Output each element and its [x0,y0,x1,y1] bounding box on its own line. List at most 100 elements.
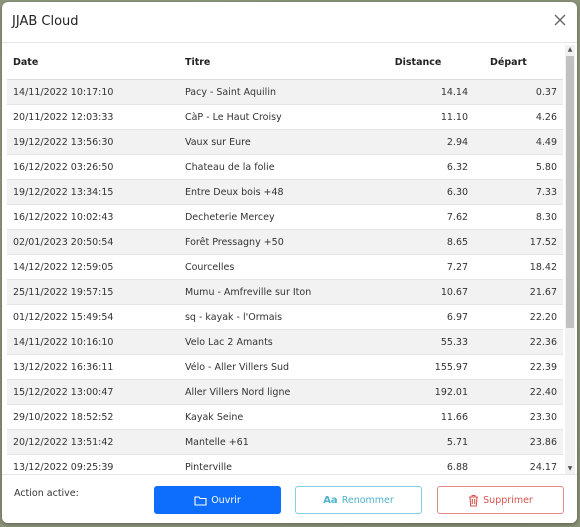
cell-date: 25/11/2022 19:57:15 [7,279,179,305]
table-row[interactable]: 19/12/2022 13:34:15 Entre Deux bois +48 6.… [7,179,563,205]
tracks-table: Date Titre Distance Départ 14/11/2022 10… [7,45,563,474]
cell-titre: sq - kayak - l'Ormais [178,304,389,330]
cell-distance: 10.67 [388,279,475,305]
cell-distance: 6.30 [388,179,475,205]
cell-titre: Entre Deux bois +48 [178,179,389,205]
cell-distance: 2.94 [388,129,475,155]
cell-depart: 23.30 [474,404,563,430]
close-icon[interactable] [553,13,567,27]
cell-titre: CàP - Le Haut Croisy [178,104,389,130]
cell-date: 15/12/2022 13:00:47 [7,379,179,405]
cell-depart: 24.17 [474,454,563,474]
rename-button-label: Renommer [341,494,394,506]
cell-distance: 11.10 [388,104,475,130]
cell-titre: Mantelle +61 [178,429,389,455]
open-button-label: Ouvrir [211,494,241,506]
cell-depart: 17.52 [474,229,563,255]
table-row[interactable]: 14/12/2022 12:59:05 Courcelles 7.27 18.42 [7,254,563,280]
column-header-date[interactable]: Date [7,45,179,80]
cell-depart: 21.67 [474,279,563,305]
folder-icon [194,495,207,506]
dialog-footer: Action active: Ouvrir Aa Renommer Suppri… [2,474,577,523]
table-row[interactable]: 15/12/2022 13:00:47 Aller Villers Nord li… [7,379,563,405]
cell-depart: 22.40 [474,379,563,405]
dialog-title: JJAB Cloud [12,14,79,29]
cell-distance: 7.27 [388,254,475,280]
cell-distance: 14.14 [388,79,475,105]
column-header-depart[interactable]: Départ [474,45,563,80]
action-active-label: Action active: [14,488,79,499]
table-row[interactable]: 13/12/2022 09:25:39 Pinterville 6.88 24.17 [7,454,563,474]
table-row[interactable]: 16/12/2022 10:02:43 Decheterie Mercey 7.62… [7,204,563,230]
table-row[interactable]: 16/12/2022 03:26:50 Chateau de la folie 6.… [7,154,563,180]
cell-date: 14/11/2022 10:17:10 [7,79,179,105]
cell-titre: Kayak Seine [178,404,389,430]
cell-depart: 8.30 [474,204,563,230]
text-aa-icon: Aa [323,494,338,506]
dialog-header: JJAB Cloud [2,2,577,43]
cell-titre: Pinterville [178,454,389,474]
cell-depart: 4.49 [474,129,563,155]
cell-depart: 23.86 [474,429,563,455]
table-row[interactable]: 20/12/2022 13:51:42 Mantelle +61 5.71 23.86 [7,429,563,455]
cell-distance: 55.33 [388,329,475,355]
cell-depart: 5.80 [474,154,563,180]
cell-titre: Vélo - Aller Villers Sud [178,354,389,380]
delete-button-label: Supprimer [483,494,533,506]
scrollbar-thumb[interactable] [566,56,574,328]
cell-date: 14/11/2022 10:16:10 [7,329,179,355]
table-row[interactable]: 14/11/2022 10:16:10 Velo Lac 2 Amants 55.3… [7,329,563,355]
table-row[interactable]: 20/11/2022 12:03:33 CàP - Le Haut Croisy 1… [7,104,563,130]
open-button[interactable]: Ouvrir [154,486,281,514]
cell-date: 29/10/2022 18:52:52 [7,404,179,430]
cell-depart: 4.26 [474,104,563,130]
cell-date: 13/12/2022 16:36:11 [7,354,179,380]
trash-icon [468,494,479,507]
cell-depart: 22.39 [474,354,563,380]
cell-date: 14/12/2022 12:59:05 [7,254,179,280]
table-row[interactable]: 14/11/2022 10:17:10 Pacy - Saint Aquilin 1… [7,79,563,105]
column-header-titre[interactable]: Titre [178,45,389,80]
cell-depart: 22.36 [474,329,563,355]
cell-date: 19/12/2022 13:56:30 [7,129,179,155]
cell-distance: 5.71 [388,429,475,455]
table-row[interactable]: 29/10/2022 18:52:52 Kayak Seine 11.66 23.30 [7,404,563,430]
cell-date: 01/12/2022 15:49:54 [7,304,179,330]
cell-depart: 0.37 [474,79,563,105]
rename-button[interactable]: Aa Renommer [295,486,422,514]
table-row[interactable]: 19/12/2022 13:56:30 Vaux sur Eure 2.94 4.49 [7,129,563,155]
cell-date: 20/11/2022 12:03:33 [7,104,179,130]
cell-titre: Mumu - Amfreville sur Iton [178,279,389,305]
cell-depart: 7.33 [474,179,563,205]
table-row[interactable]: 01/12/2022 15:49:54 sq - kayak - l'Ormais… [7,304,563,330]
cell-titre: Courcelles [178,254,389,280]
cell-date: 16/12/2022 03:26:50 [7,154,179,180]
cell-date: 02/01/2023 20:50:54 [7,229,179,255]
cell-titre: Aller Villers Nord ligne [178,379,389,405]
column-header-distance[interactable]: Distance [388,45,475,80]
tracks-table-container: Date Titre Distance Départ 14/11/2022 10… [7,45,563,474]
cell-distance: 6.32 [388,154,475,180]
cell-date: 20/12/2022 13:51:42 [7,429,179,455]
cell-titre: Chateau de la folie [178,154,389,180]
vertical-scrollbar[interactable]: ▲ ▼ [565,45,575,474]
cell-date: 19/12/2022 13:34:15 [7,179,179,205]
cell-distance: 6.88 [388,454,475,474]
cell-distance: 11.66 [388,404,475,430]
cell-distance: 8.65 [388,229,475,255]
cell-depart: 18.42 [474,254,563,280]
table-row[interactable]: 13/12/2022 16:36:11 Vélo - Aller Villers … [7,354,563,380]
scroll-down-arrow-icon[interactable]: ▼ [565,464,575,474]
delete-button[interactable]: Supprimer [437,486,564,514]
table-row[interactable]: 25/11/2022 19:57:15 Mumu - Amfreville sur… [7,279,563,305]
cell-distance: 6.97 [388,304,475,330]
cell-titre: Velo Lac 2 Amants [178,329,389,355]
scroll-up-arrow-icon[interactable]: ▲ [565,45,575,55]
cell-distance: 192.01 [388,379,475,405]
table-header-row: Date Titre Distance Départ [7,45,563,80]
cell-distance: 155.97 [388,354,475,380]
cell-titre: Decheterie Mercey [178,204,389,230]
table-row[interactable]: 02/01/2023 20:50:54 Forêt Pressagny +50 8.… [7,229,563,255]
cell-titre: Pacy - Saint Aquilin [178,79,389,105]
cloud-dialog: JJAB Cloud Date Titre Distance Départ 14… [2,2,577,523]
